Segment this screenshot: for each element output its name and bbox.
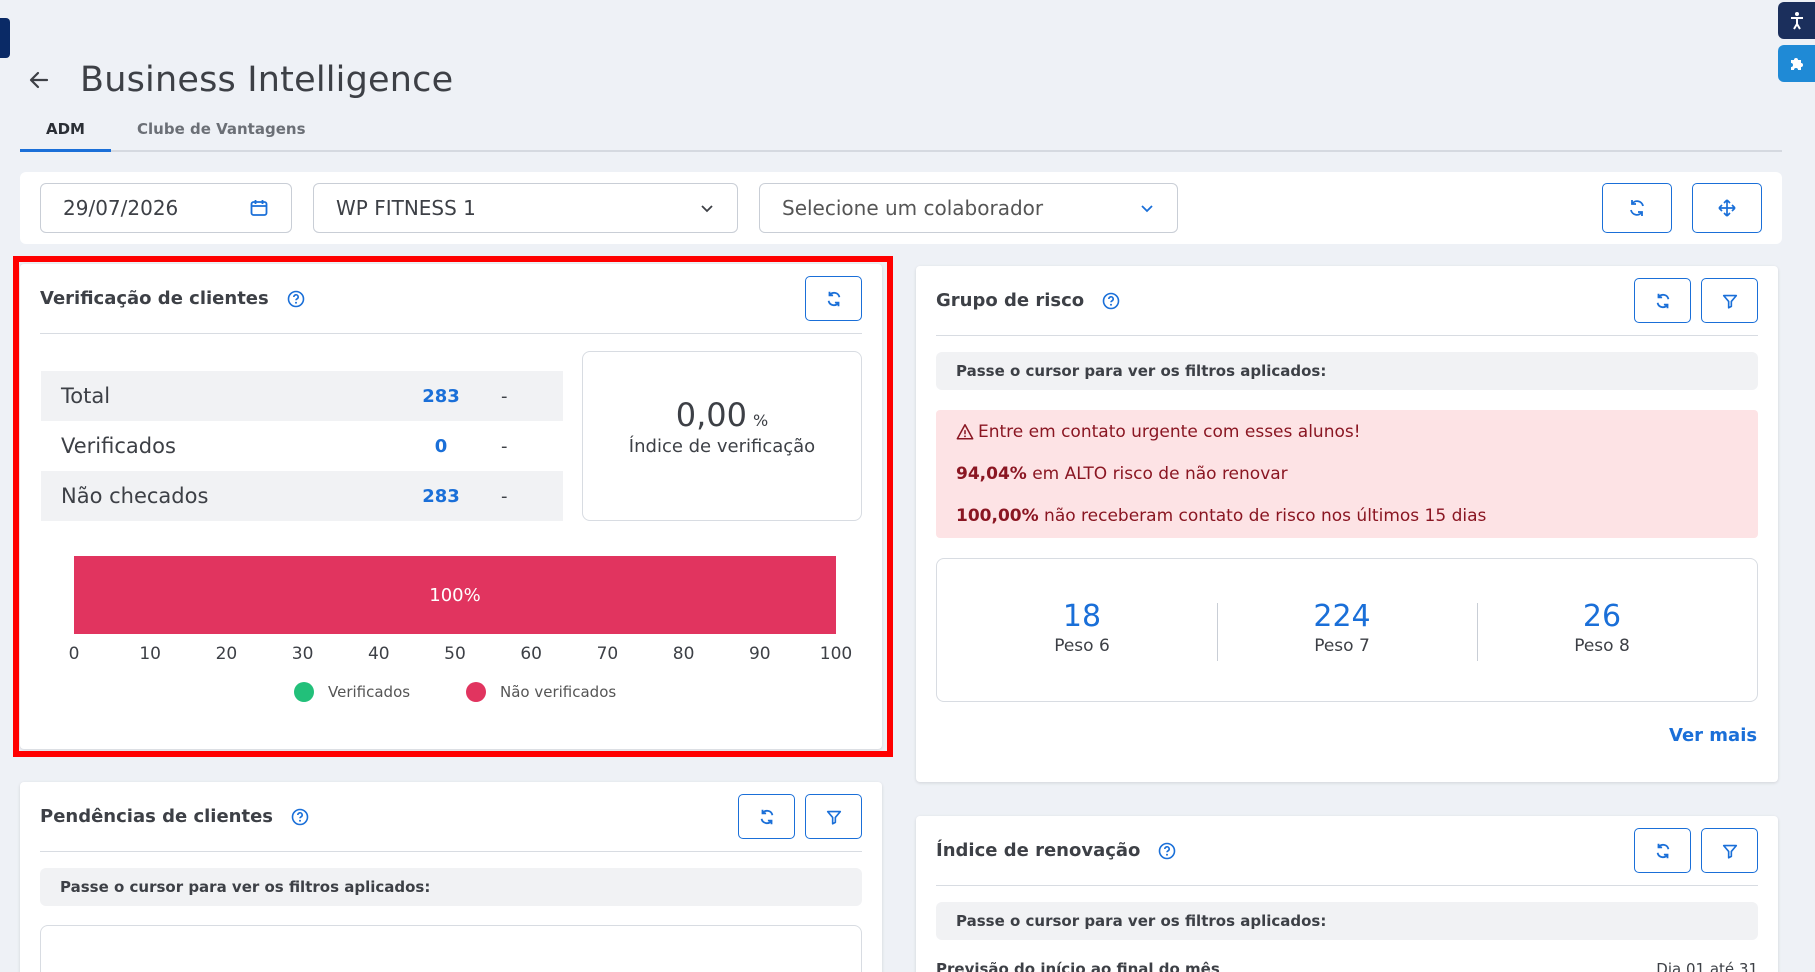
- renewal-filters-note[interactable]: Passe o cursor para ver os filtros aplic…: [936, 902, 1758, 940]
- help-icon[interactable]: [291, 808, 309, 826]
- renewal-title: Índice de renovação: [936, 840, 1141, 861]
- alert-title-row: Entre em contato urgente com esses aluno…: [956, 422, 1361, 442]
- collaborator-placeholder: Selecione um colaborador: [782, 196, 1044, 220]
- risk-title: Grupo de risco: [936, 290, 1085, 311]
- weight-value: 18: [1062, 599, 1102, 634]
- accessibility-icon: [1790, 11, 1803, 30]
- alert-title: Entre em contato urgente com esses aluno…: [978, 422, 1361, 442]
- filter-bar: 29/07/2026 WP FITNESS 1 Selecione um col…: [20, 172, 1782, 244]
- move-arrows-icon: [1718, 199, 1736, 217]
- weight-value: 224: [1313, 599, 1371, 634]
- renewal-row-value: Dia 01 até 31: [1656, 960, 1758, 972]
- collaborator-select[interactable]: Selecione um colaborador: [759, 183, 1178, 233]
- unit-select[interactable]: WP FITNESS 1: [313, 183, 738, 233]
- pending-card-header: Pendências de clientes: [40, 782, 862, 852]
- refresh-icon: [760, 809, 773, 824]
- alert-line-no-contact: 100,00% não receberam contato de risco n…: [956, 506, 1486, 526]
- refresh-icon: [1656, 843, 1669, 858]
- risk-refresh-button[interactable]: [1634, 278, 1691, 323]
- alert-pct: 100,00%: [956, 506, 1039, 526]
- see-more-link[interactable]: Ver mais: [1669, 725, 1757, 746]
- risk-alert: Entre em contato urgente com esses aluno…: [936, 410, 1758, 538]
- weight-peso-7[interactable]: 224 Peso 7: [1212, 599, 1472, 656]
- renewal-card-header: Índice de renovação: [936, 816, 1758, 886]
- page-title: Business Intelligence: [80, 60, 454, 100]
- weight-peso-6[interactable]: 18 Peso 6: [952, 599, 1212, 656]
- refresh-all-button[interactable]: [1602, 183, 1672, 233]
- pending-card: Pendências de clientes Passe o cursor pa…: [20, 782, 882, 972]
- pending-filters-note[interactable]: Passe o cursor para ver os filtros aplic…: [40, 868, 862, 906]
- renewal-filter-button[interactable]: [1701, 828, 1758, 873]
- left-panel-handle[interactable]: [0, 18, 10, 58]
- move-layout-button[interactable]: [1692, 183, 1762, 233]
- arrow-left-icon: [29, 71, 49, 89]
- tab-clube-de-vantagens[interactable]: Clube de Vantagens: [111, 112, 332, 152]
- renewal-refresh-button[interactable]: [1634, 828, 1691, 873]
- weight-value: 26: [1582, 599, 1622, 634]
- weight-label: Peso 8: [1574, 636, 1630, 656]
- pending-content-box: [40, 925, 862, 972]
- weight-peso-8[interactable]: 26 Peso 8: [1472, 599, 1732, 656]
- back-button[interactable]: [24, 65, 54, 95]
- page-header: Business Intelligence: [24, 60, 453, 100]
- alert-line-high-risk: 94,04% em ALTO risco de não renovar: [956, 464, 1288, 484]
- alert-text: em ALTO risco de não renovar: [1026, 464, 1288, 484]
- risk-weights-box: 18 Peso 6 224 Peso 7 26 Peso 8: [936, 558, 1758, 702]
- refresh-icon: [1630, 200, 1644, 216]
- help-icon[interactable]: [1102, 292, 1120, 310]
- alert-pct: 94,04%: [956, 464, 1027, 484]
- weight-label: Peso 7: [1314, 636, 1370, 656]
- renewal-card: Índice de renovação Passe o cursor para …: [916, 816, 1778, 972]
- puzzle-icon: [1790, 57, 1803, 70]
- renewal-row-label: Previsão do início ao final do mês: [936, 960, 1220, 972]
- filter-icon: [1722, 294, 1737, 309]
- accessibility-button[interactable]: [1778, 2, 1815, 39]
- risk-filter-button[interactable]: [1701, 278, 1758, 323]
- pending-filter-button[interactable]: [805, 794, 862, 839]
- weight-label: Peso 6: [1054, 636, 1110, 656]
- chevron-down-icon: [1141, 205, 1153, 213]
- unit-value: WP FITNESS 1: [336, 196, 476, 220]
- tab-bar: ADM Clube de Vantagens: [20, 112, 1782, 152]
- date-value: 29/07/2026: [63, 196, 179, 220]
- highlight-frame: [13, 256, 893, 757]
- help-icon[interactable]: [1158, 842, 1176, 860]
- settings-side-button[interactable]: [1778, 45, 1815, 82]
- risk-card-header: Grupo de risco: [936, 266, 1758, 336]
- warning-icon: [956, 424, 974, 440]
- calendar-icon[interactable]: [249, 198, 269, 218]
- filter-icon: [1722, 844, 1737, 859]
- pending-refresh-button[interactable]: [738, 794, 795, 839]
- date-field[interactable]: 29/07/2026: [40, 183, 292, 233]
- alert-text: não receberam contato de risco nos últim…: [1038, 506, 1487, 526]
- refresh-icon: [1656, 293, 1669, 308]
- tab-adm[interactable]: ADM: [20, 112, 111, 152]
- pending-title: Pendências de clientes: [40, 806, 274, 827]
- risk-filters-note[interactable]: Passe o cursor para ver os filtros aplic…: [936, 352, 1758, 390]
- filter-icon: [826, 810, 841, 825]
- chevron-down-icon: [701, 205, 713, 213]
